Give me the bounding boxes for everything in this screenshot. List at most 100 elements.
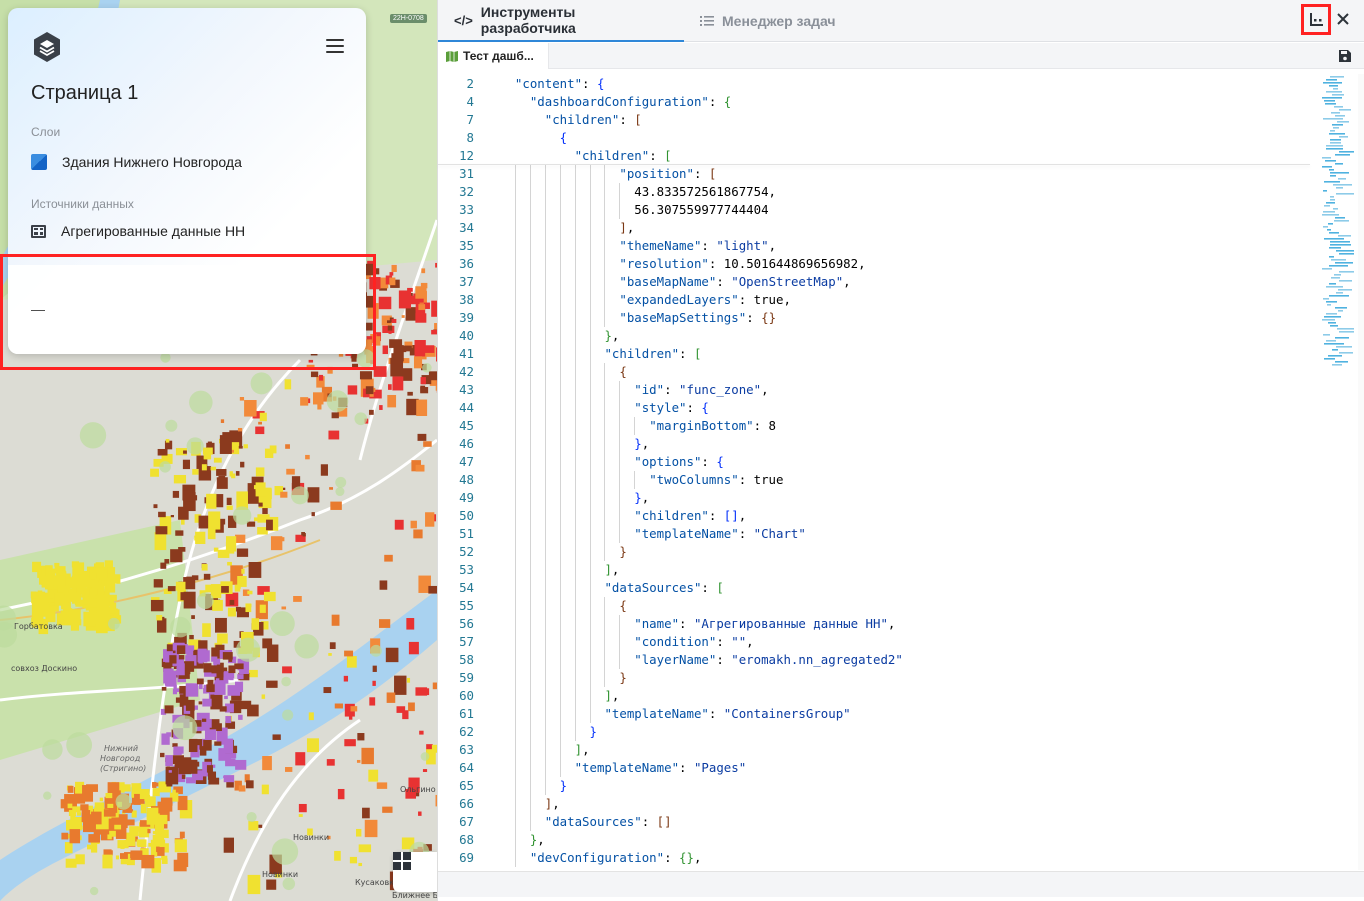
layer-item-buildings[interactable]: Здания Нижнего Новгорода: [31, 154, 242, 170]
code-line[interactable]: 41 "children": [: [438, 345, 1318, 363]
code-line[interactable]: 34],: [438, 219, 1318, 237]
code-line[interactable]: 50 "children": [],: [438, 507, 1318, 525]
indent-guide: [559, 183, 561, 201]
code-editor[interactable]: 31 "position": [32 43.833572561867754, 33 56…: [438, 74, 1318, 870]
line-source: "baseMapSettings": {}: [619, 310, 777, 325]
code-line[interactable]: 4 "dashboardConfiguration": {: [438, 93, 1318, 111]
code-line[interactable]: 64 "templateName": "Pages": [438, 759, 1318, 777]
code-line[interactable]: 35 "themeName": "light",: [438, 237, 1318, 255]
code-line[interactable]: 36 "resolution": 10.501644869656982,: [438, 255, 1318, 273]
indent-guide: [559, 705, 561, 723]
dock-panel-button[interactable]: [1304, 6, 1328, 32]
code-line[interactable]: 44 "style": {: [438, 399, 1318, 417]
indent-guide: [514, 435, 516, 453]
code-line[interactable]: 12 "children": [: [438, 147, 1318, 165]
code-line[interactable]: 43 "id": "func_zone",: [438, 381, 1318, 399]
code-line[interactable]: 69 "devConfiguration": {},: [438, 849, 1318, 867]
dock-icon: [1310, 13, 1323, 26]
indent-guide: [544, 417, 546, 435]
menu-button[interactable]: [326, 39, 344, 53]
line-source: "dashboardConfiguration": {: [529, 94, 732, 109]
code-line[interactable]: 2 "content": {: [438, 75, 1318, 93]
indent-guide: [559, 273, 561, 291]
code-line[interactable]: 55 {: [438, 597, 1318, 615]
code-minimap[interactable]: [1318, 74, 1356, 370]
indent-guide: [604, 183, 606, 201]
indent-guide: [529, 651, 531, 669]
line-number: 67: [459, 814, 474, 829]
indent-guide: [589, 273, 591, 291]
data-source-item-aggregated[interactable]: Агрегированные данные НН: [31, 223, 245, 239]
indent-guide: [544, 183, 546, 201]
code-line[interactable]: 32 43.833572561867754,: [438, 183, 1318, 201]
indent-guide: [544, 381, 546, 399]
indent-guide: [574, 165, 576, 183]
code-line[interactable]: 60],: [438, 687, 1318, 705]
code-line[interactable]: 62}: [438, 723, 1318, 741]
tab-developer-tools[interactable]: </> Инструменты разработчика: [438, 0, 684, 42]
code-line[interactable]: 49},: [438, 489, 1318, 507]
indent-guide: [529, 795, 531, 813]
save-icon[interactable]: [1338, 49, 1352, 63]
indent-guide: [589, 705, 591, 723]
line-source: ],: [604, 562, 620, 577]
tab-label: Менеджер задач: [722, 13, 836, 29]
code-line[interactable]: 39 "baseMapSettings": {}: [438, 309, 1318, 327]
code-line[interactable]: 48 "twoColumns": true: [438, 471, 1318, 489]
code-line[interactable]: 8{: [438, 129, 1318, 147]
code-line[interactable]: 68},: [438, 831, 1318, 849]
indent-guide: [559, 309, 561, 327]
indent-guide: [604, 597, 606, 615]
indent-guide: [544, 219, 546, 237]
indent-guide: [619, 615, 621, 633]
code-line[interactable]: 65}: [438, 777, 1318, 795]
close-button[interactable]: [1334, 6, 1354, 32]
line-source: }: [619, 544, 627, 559]
code-line[interactable]: 7 "children": [: [438, 111, 1318, 129]
indent-guide: [604, 219, 606, 237]
indent-guide: [619, 381, 621, 399]
indent-guide: [574, 309, 576, 327]
tab-task-manager[interactable]: Менеджер задач: [700, 0, 836, 42]
code-line[interactable]: 46},: [438, 435, 1318, 453]
code-line[interactable]: 58 "layerName": "eromakh.nn_agregated2": [438, 651, 1318, 669]
indent-guide: [544, 507, 546, 525]
code-line[interactable]: 63],: [438, 741, 1318, 759]
code-line[interactable]: 45 "marginBottom": 8: [438, 417, 1318, 435]
indent-guide: [514, 273, 516, 291]
line-number: 68: [459, 832, 474, 847]
code-line[interactable]: 47 "options": {: [438, 453, 1318, 471]
indent-guide: [514, 777, 516, 795]
line-source: ],: [544, 796, 560, 811]
code-line[interactable]: 59}: [438, 669, 1318, 687]
code-line[interactable]: 61 "templateName": "ContainersGroup": [438, 705, 1318, 723]
indent-guide: [574, 219, 576, 237]
code-line[interactable]: 40},: [438, 327, 1318, 345]
indent-guide: [514, 453, 516, 471]
line-source: "themeName": "light",: [619, 238, 777, 253]
indent-guide: [589, 597, 591, 615]
line-number: 35: [459, 238, 474, 253]
code-line[interactable]: 54 "dataSources": [: [438, 579, 1318, 597]
code-line[interactable]: 66],: [438, 795, 1318, 813]
layout-grid-button[interactable]: [393, 852, 437, 892]
code-line[interactable]: 42 {: [438, 363, 1318, 381]
code-line[interactable]: 57 "condition": "",: [438, 633, 1318, 651]
code-line[interactable]: 56 "name": "Агрегированные данные НН",: [438, 615, 1318, 633]
code-line[interactable]: 31 "position": [: [438, 165, 1318, 183]
code-line[interactable]: 51 "templateName": "Chart": [438, 525, 1318, 543]
line-number: 58: [459, 652, 474, 667]
code-line[interactable]: 67 "dataSources": []: [438, 813, 1318, 831]
file-tab-dashboard[interactable]: Тест дашб...: [438, 43, 549, 69]
code-line[interactable]: 52}: [438, 543, 1318, 561]
code-line[interactable]: 37 "baseMapName": "OpenStreetMap",: [438, 273, 1318, 291]
line-source: "name": "Агрегированные данные НН",: [634, 616, 896, 631]
code-line[interactable]: 38 "expandedLayers": true,: [438, 291, 1318, 309]
vertical-scrollbar[interactable]: [1358, 74, 1364, 870]
code-line[interactable]: 53],: [438, 561, 1318, 579]
file-tab-label: Тест дашб...: [463, 49, 534, 63]
line-source: "templateName": "Pages": [574, 760, 747, 775]
line-number: 37: [459, 274, 474, 289]
editor-file-tabs: Тест дашб...: [438, 43, 1364, 69]
code-line[interactable]: 33 56.307559977744404: [438, 201, 1318, 219]
